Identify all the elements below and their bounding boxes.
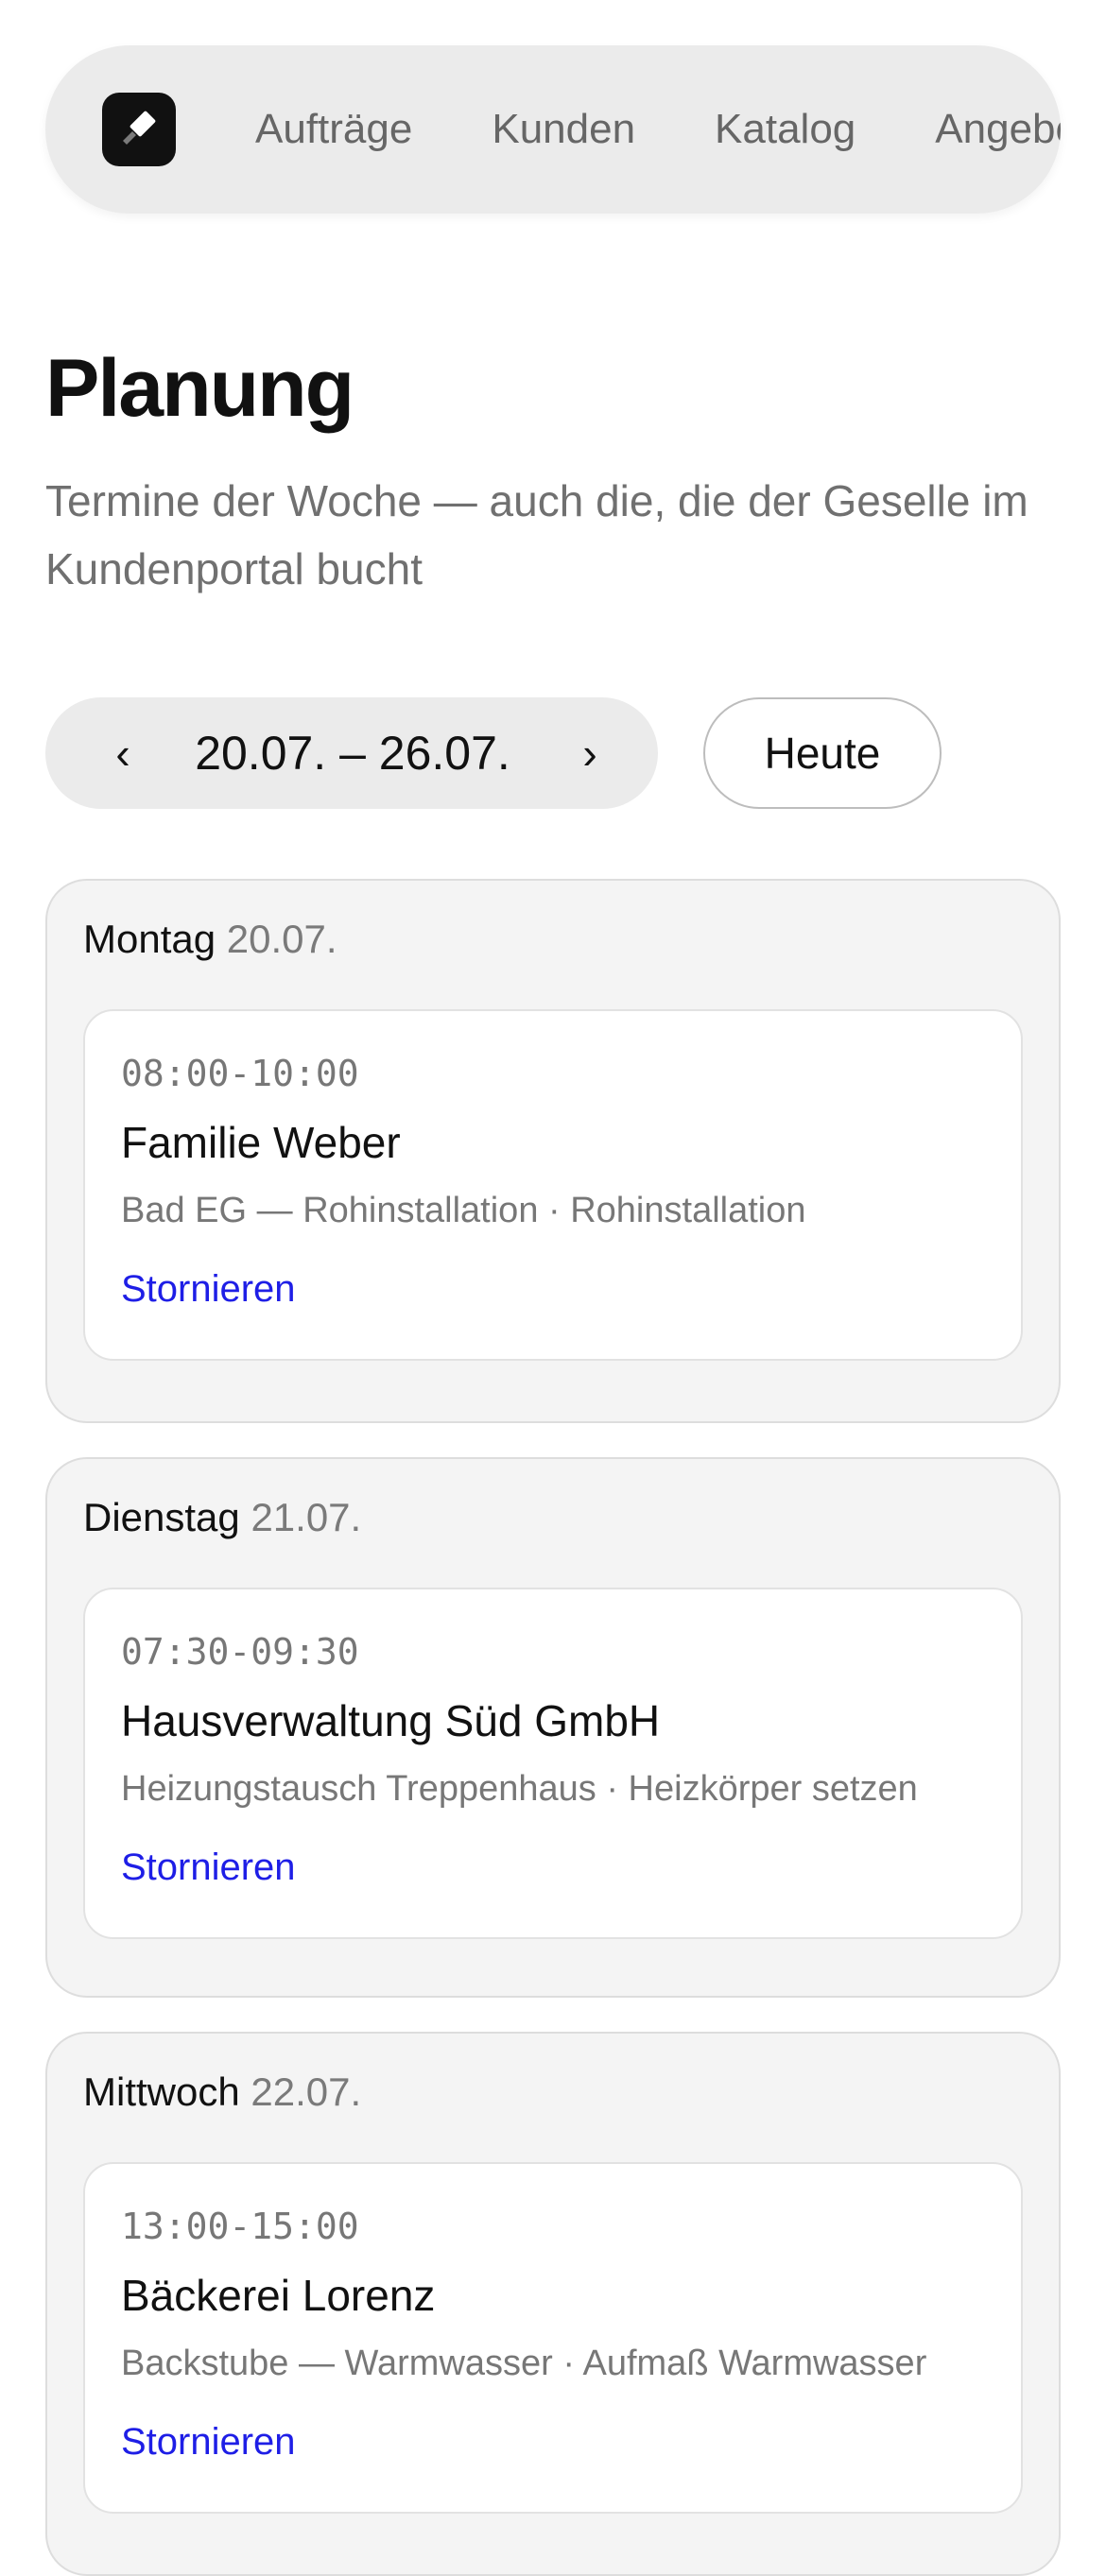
cancel-appointment-link[interactable]: Stornieren [121, 1268, 296, 1311]
appointment-time: 08:00-10:00 [121, 1053, 359, 1094]
day-card-monday: Montag 20.07. 08:00-10:00 Familie Weber … [45, 879, 1061, 1423]
top-navigation: Aufträge Kunden Katalog Angebote [45, 45, 1061, 214]
nav-item-kunden[interactable]: Kunden [492, 106, 635, 153]
appointment-client: Familie Weber [121, 1118, 401, 1167]
nav-item-angebote[interactable]: Angebote [935, 106, 1061, 153]
nav-items: Aufträge Kunden Katalog Angebote [102, 91, 1061, 168]
day-date: 20.07. [226, 917, 337, 961]
day-heading: Mittwoch 22.07. [83, 2069, 361, 2115]
day-weekday: Montag [83, 917, 216, 961]
cancel-appointment-link[interactable]: Stornieren [121, 2421, 296, 2464]
appointment-detail: Backstube — Warmwasser · Aufmaß Warmwass… [121, 2344, 927, 2383]
week-selector: ‹ 20.07. – 26.07. › [45, 697, 658, 809]
day-card-tuesday: Dienstag 21.07. 07:30-09:30 Hausverwaltu… [45, 1457, 1061, 1998]
appointment-time: 13:00-15:00 [121, 2206, 359, 2247]
nav-item-katalog[interactable]: Katalog [715, 106, 855, 153]
app-logo[interactable] [102, 93, 176, 166]
appointment-time: 07:30-09:30 [121, 1631, 359, 1673]
day-heading: Montag 20.07. [83, 917, 337, 962]
day-date: 21.07. [251, 1495, 362, 1539]
day-card-wednesday: Mittwoch 22.07. 13:00-15:00 Bäckerei Lor… [45, 2032, 1061, 2576]
week-range-label: 20.07. – 26.07. [195, 727, 510, 780]
day-weekday: Mittwoch [83, 2069, 240, 2114]
nav-item-auftraege[interactable]: Aufträge [255, 106, 412, 153]
appointment-detail: Bad EG — Rohinstallation · Rohinstallati… [121, 1191, 806, 1230]
cancel-appointment-link[interactable]: Stornieren [121, 1846, 296, 1889]
appointment-card[interactable]: 13:00-15:00 Bäckerei Lorenz Backstube — … [83, 2162, 1023, 2514]
day-weekday: Dienstag [83, 1495, 240, 1539]
appointment-client: Hausverwaltung Süd GmbH [121, 1696, 661, 1745]
page-title: Planung [45, 343, 354, 434]
day-heading: Dienstag 21.07. [83, 1495, 361, 1540]
appointment-card[interactable]: 07:30-09:30 Hausverwaltung Süd GmbH Heiz… [83, 1588, 1023, 1939]
day-date: 22.07. [251, 2069, 362, 2114]
appointment-detail: Heizungstausch Treppenhaus · Heizkörper … [121, 1769, 918, 1809]
page-subtitle: Termine der Woche — auch die, die der Ge… [45, 476, 1028, 593]
appointment-card[interactable]: 08:00-10:00 Familie Weber Bad EG — Rohin… [83, 1009, 1023, 1361]
today-button[interactable]: Heute [703, 697, 942, 809]
appointment-client: Bäckerei Lorenz [121, 2271, 436, 2320]
hammer-icon [123, 111, 156, 145]
next-week-button[interactable]: › [552, 697, 628, 809]
